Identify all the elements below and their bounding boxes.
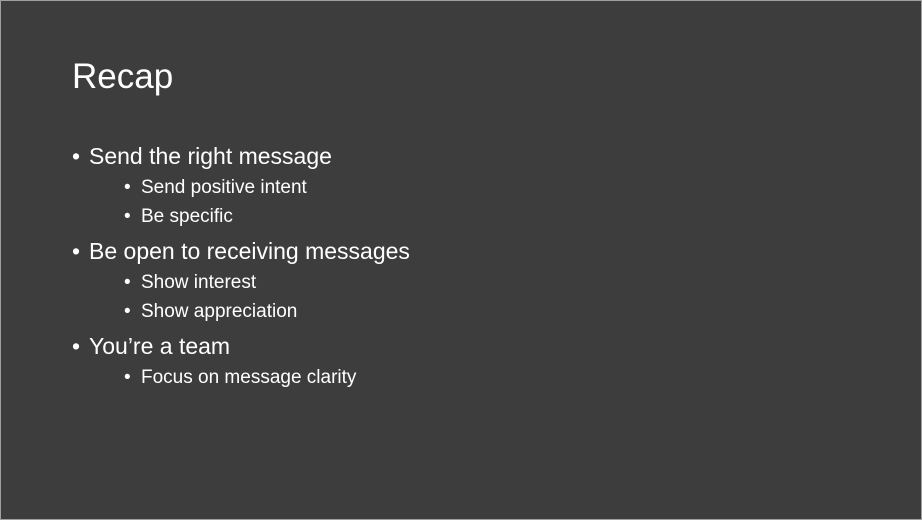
slide-title: Recap (72, 57, 174, 96)
bullet-text: Send the right message (89, 143, 332, 169)
sub-bullet-item: Be specific (89, 202, 410, 231)
sub-bullet-list: Show interest Show appreciation (89, 268, 410, 326)
sub-bullet-item: Focus on message clarity (89, 363, 410, 392)
bullet-list: Send the right message Send positive int… (72, 139, 410, 392)
sub-bullet-list: Focus on message clarity (89, 363, 410, 392)
bullet-item: Be open to receiving messages Show inter… (72, 234, 410, 326)
bullet-item: You’re a team Focus on message clarity (72, 329, 410, 392)
bullet-text: Be open to receiving messages (89, 238, 410, 264)
sub-bullet-list: Send positive intent Be specific (89, 173, 410, 231)
sub-bullet-item: Send positive intent (89, 173, 410, 202)
slide: Recap Send the right message Send positi… (0, 0, 922, 520)
bullet-item: Send the right message Send positive int… (72, 139, 410, 231)
bullet-text: You’re a team (89, 333, 231, 359)
sub-bullet-item: Show interest (89, 268, 410, 297)
sub-bullet-item: Show appreciation (89, 297, 410, 326)
